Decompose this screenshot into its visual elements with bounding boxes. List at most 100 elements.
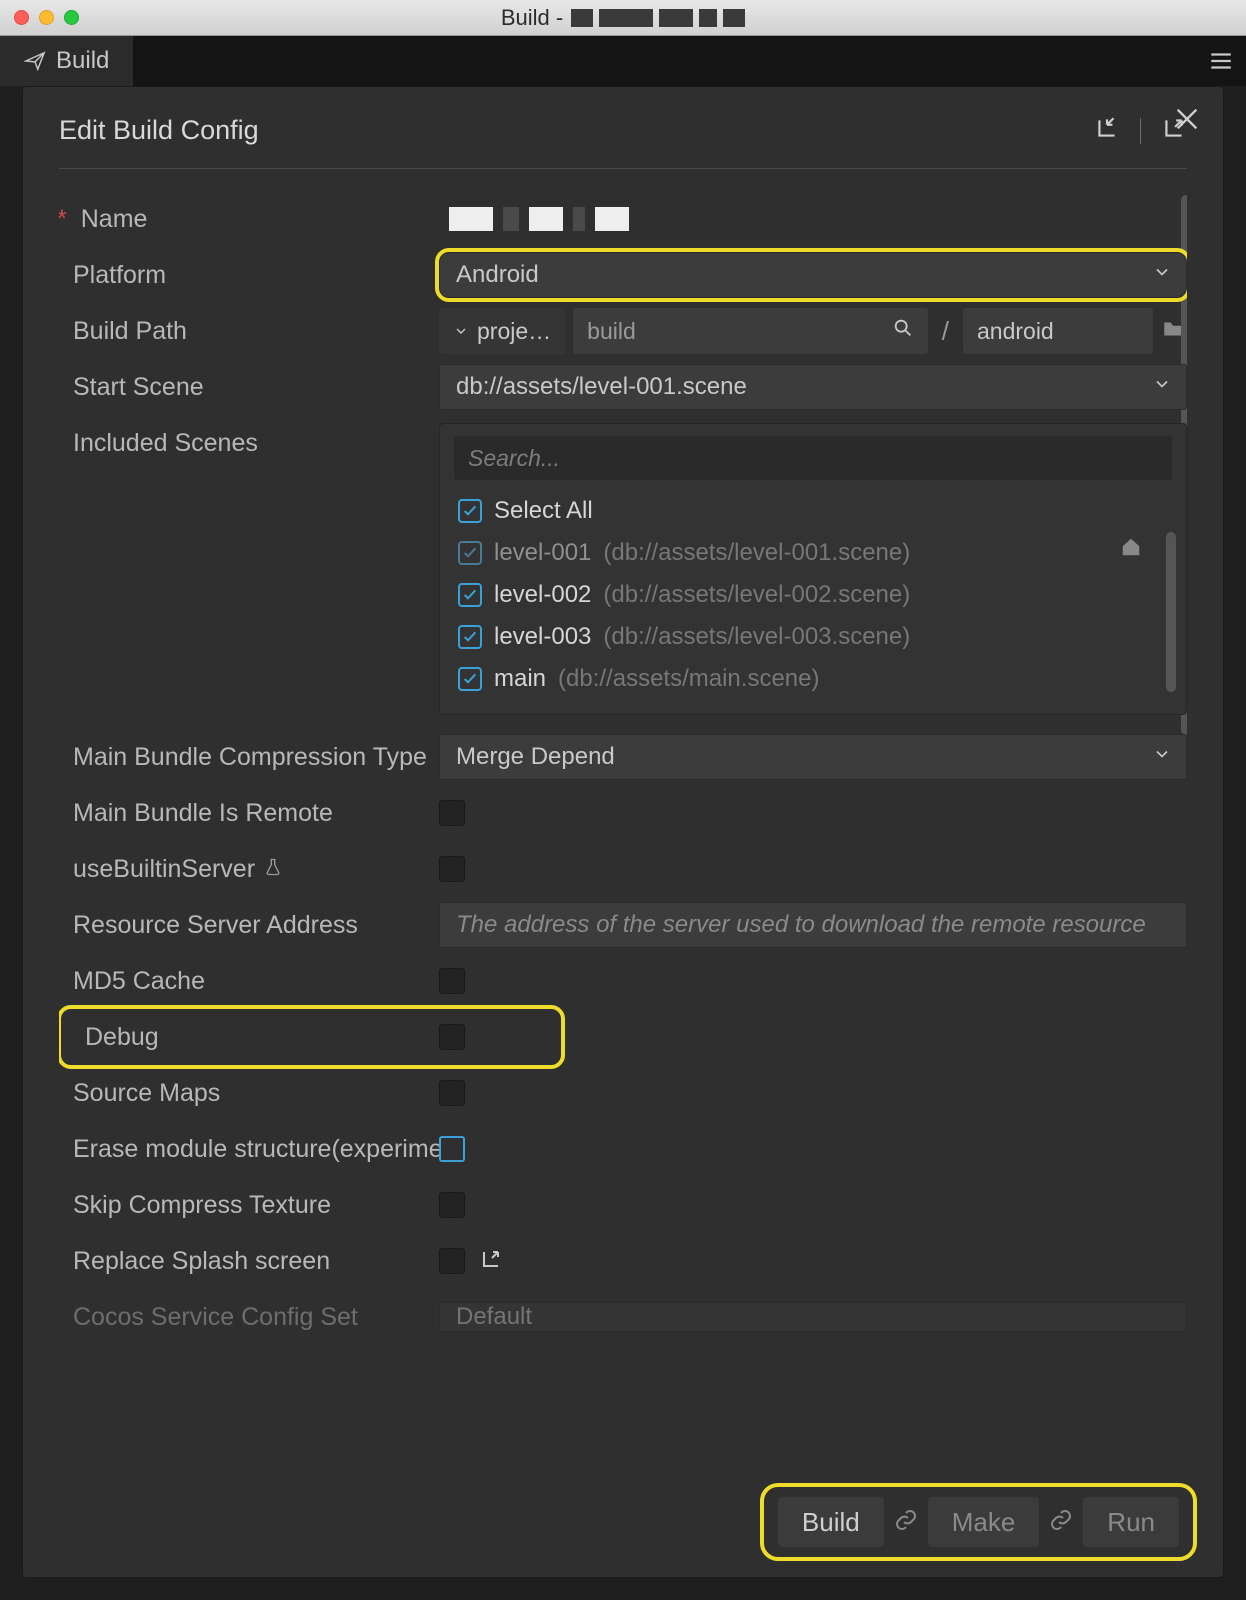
path-separator: /	[936, 316, 955, 347]
scene-path: (db://assets/level-001.scene)	[603, 539, 910, 567]
platform-label: Platform	[59, 261, 439, 290]
scene-path: (db://assets/level-002.scene)	[603, 581, 910, 609]
cocos-label: Cocos Service Config Set	[59, 1303, 439, 1332]
row-platform: Platform Android	[59, 247, 1187, 303]
row-resource-server: Resource Server Address The address of t…	[59, 897, 1187, 953]
row-source-maps: Source Maps	[59, 1065, 1187, 1121]
close-icon	[1173, 105, 1201, 133]
scene-row[interactable]: level-003 (db://assets/level-003.scene)	[454, 616, 1172, 658]
separator	[1140, 118, 1141, 144]
chevron-down-icon	[453, 318, 469, 345]
row-use-builtin: useBuiltinServer	[59, 841, 1187, 897]
scene-scrollbar[interactable]	[1166, 532, 1176, 692]
scene-row[interactable]: level-001 (db://assets/level-001.scene)	[454, 532, 1172, 574]
build-path-dir: build	[587, 318, 636, 345]
row-name: Name	[59, 191, 1187, 247]
search-icon[interactable]	[892, 317, 914, 345]
build-path-sub-input[interactable]: android	[963, 308, 1153, 354]
footer-actions: Build Make Run	[764, 1487, 1193, 1557]
splash-checkbox[interactable]	[439, 1248, 465, 1274]
import-config-button[interactable]	[1094, 115, 1120, 146]
scene-checkbox[interactable]	[458, 625, 482, 649]
debug-label: Debug	[71, 1023, 439, 1052]
row-cocos-cut: Cocos Service Config Set Default	[59, 1289, 1187, 1345]
home-scene-indicator[interactable]	[1120, 536, 1142, 563]
erase-checkbox[interactable]	[439, 1136, 465, 1162]
hamburger-icon	[1208, 48, 1234, 74]
use-builtin-label: useBuiltinServer	[59, 855, 439, 884]
resource-server-input[interactable]: The address of the server used to downlo…	[439, 902, 1187, 948]
start-scene-select[interactable]: db://assets/level-001.scene	[439, 364, 1187, 410]
resource-server-label: Resource Server Address	[59, 911, 439, 940]
run-button[interactable]: Run	[1083, 1497, 1179, 1547]
start-scene-value: db://assets/level-001.scene	[456, 373, 747, 401]
skip-checkbox[interactable]	[439, 1192, 465, 1218]
chevron-down-icon	[1152, 261, 1172, 289]
scene-row[interactable]: main (db://assets/main.scene)	[454, 658, 1172, 700]
source-maps-checkbox[interactable]	[439, 1080, 465, 1106]
build-path-root: proje…	[477, 318, 551, 345]
build-path-dir-input[interactable]: build	[573, 308, 928, 354]
menu-button[interactable]	[1196, 36, 1246, 86]
row-compression: Main Bundle Compression Type Merge Depen…	[59, 729, 1187, 785]
external-link-icon	[479, 1247, 503, 1271]
source-maps-label: Source Maps	[59, 1079, 439, 1108]
window-title: Build -	[0, 5, 1246, 31]
skip-label: Skip Compress Texture	[59, 1191, 439, 1220]
scene-checkbox[interactable]	[458, 583, 482, 607]
start-scene-label: Start Scene	[59, 373, 439, 402]
paper-plane-icon	[24, 50, 46, 72]
name-input[interactable]	[439, 196, 629, 242]
name-label: Name	[59, 205, 439, 234]
build-button[interactable]: Build	[778, 1497, 884, 1547]
row-md5: MD5 Cache	[59, 953, 1187, 1009]
platform-select[interactable]: Android	[439, 252, 1187, 298]
scene-list: Search... Select All level-001 (db://ass…	[439, 423, 1187, 715]
traffic-lights	[14, 10, 79, 25]
row-included-scenes: Included Scenes Search... Select All lev…	[59, 415, 1187, 715]
home-icon	[1120, 536, 1142, 558]
row-skip: Skip Compress Texture	[59, 1177, 1187, 1233]
build-path-sub: android	[977, 318, 1054, 345]
row-start-scene: Start Scene db://assets/level-001.scene	[59, 359, 1187, 415]
tab-label: Build	[56, 47, 109, 75]
panel-title: Edit Build Config	[59, 115, 259, 146]
platform-value: Android	[456, 261, 539, 289]
compression-label: Main Bundle Compression Type	[59, 743, 439, 772]
is-remote-label: Main Bundle Is Remote	[59, 799, 439, 828]
tab-strip: Build	[0, 36, 1246, 86]
import-icon	[1094, 115, 1120, 141]
link-icon	[894, 1508, 918, 1537]
link-icon	[1049, 1508, 1073, 1537]
close-window-button[interactable]	[14, 10, 29, 25]
included-scenes-label: Included Scenes	[59, 423, 439, 458]
scene-name: level-001	[494, 539, 591, 567]
close-panel-button[interactable]	[1173, 105, 1201, 138]
make-button[interactable]: Make	[928, 1497, 1040, 1547]
build-path-root-select[interactable]: proje…	[439, 308, 565, 354]
zoom-window-button[interactable]	[64, 10, 79, 25]
md5-checkbox[interactable]	[439, 968, 465, 994]
chevron-down-icon	[1152, 743, 1172, 771]
row-build-path: Build Path proje… build / android	[59, 303, 1187, 359]
cocos-select[interactable]: Default	[439, 1302, 1187, 1332]
select-all-row[interactable]: Select All	[454, 490, 1172, 532]
scene-search-input[interactable]: Search...	[454, 436, 1172, 480]
select-all-checkbox[interactable]	[458, 499, 482, 523]
compression-select[interactable]: Merge Depend	[439, 734, 1187, 780]
select-all-label: Select All	[494, 497, 593, 525]
scene-row[interactable]: level-002 (db://assets/level-002.scene)	[454, 574, 1172, 616]
tab-build[interactable]: Build	[0, 36, 133, 86]
row-is-remote: Main Bundle Is Remote	[59, 785, 1187, 841]
minimize-window-button[interactable]	[39, 10, 54, 25]
scene-name: level-003	[494, 623, 591, 651]
edit-splash-button[interactable]	[479, 1247, 503, 1276]
scene-path: (db://assets/level-003.scene)	[603, 623, 910, 651]
scene-checkbox[interactable]	[458, 541, 482, 565]
erase-label: Erase module structure(experime	[59, 1135, 439, 1164]
is-remote-checkbox[interactable]	[439, 800, 465, 826]
use-builtin-checkbox[interactable]	[439, 856, 465, 882]
debug-checkbox[interactable]	[439, 1024, 465, 1050]
titlebar: Build -	[0, 0, 1246, 36]
scene-checkbox[interactable]	[458, 667, 482, 691]
